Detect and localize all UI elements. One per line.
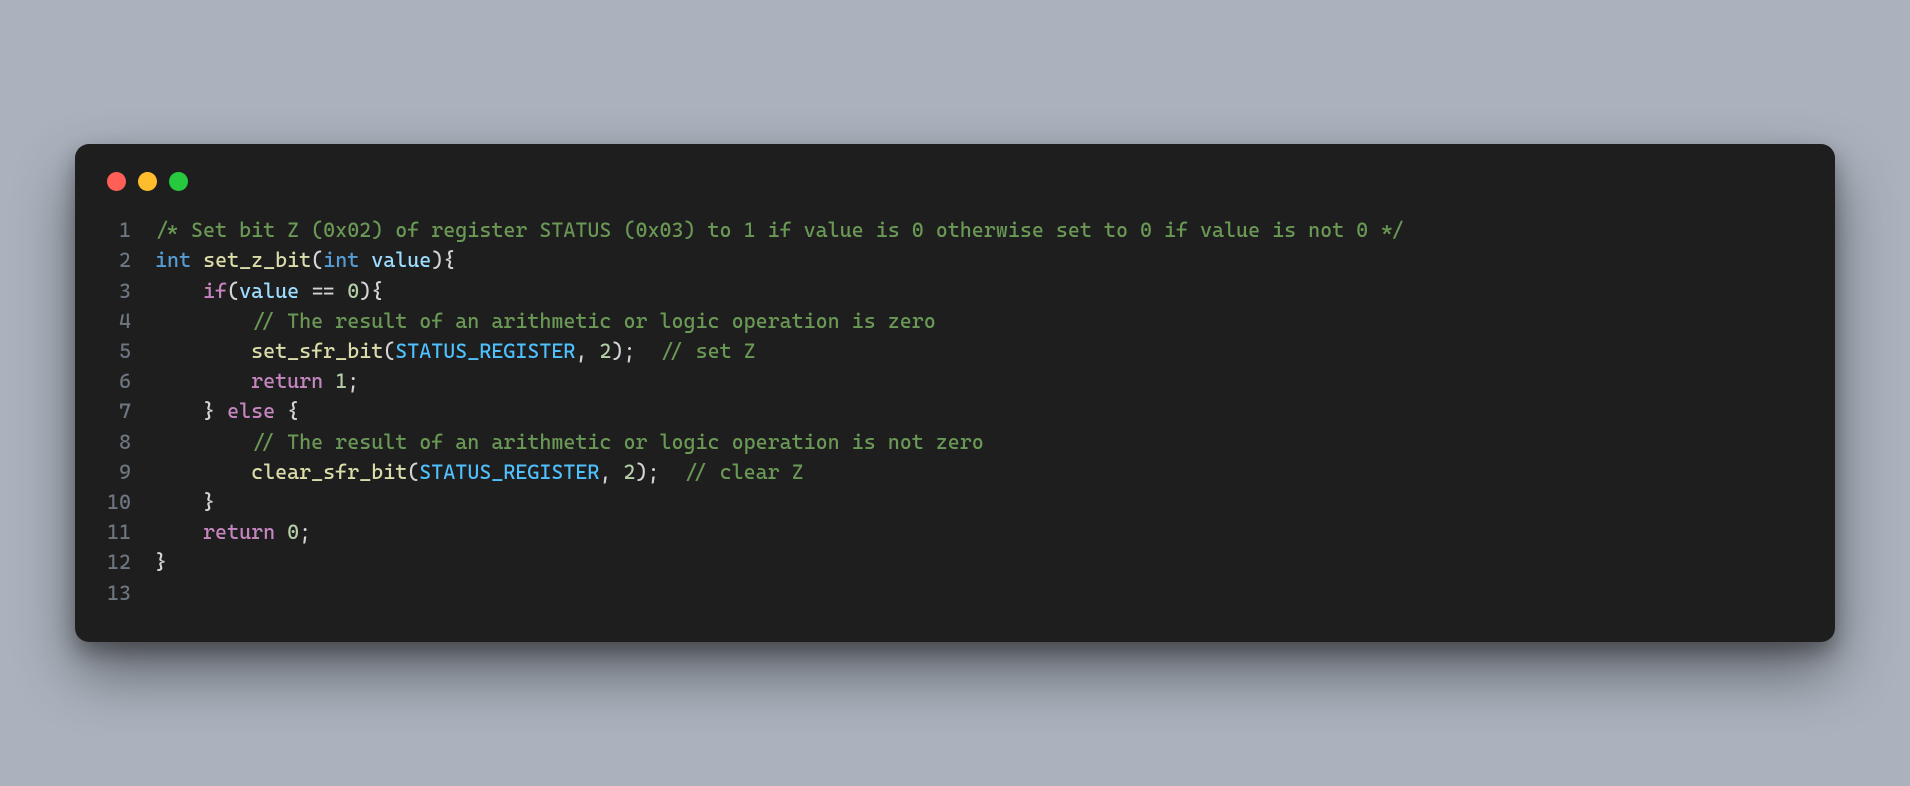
code-content: set_sfr_bit(STATUS_REGISTER, 2); // set … [155, 336, 756, 366]
code-content: } else { [155, 396, 299, 426]
code-content: return 0; [155, 517, 311, 547]
code-content: // The result of an arithmetic or logic … [155, 427, 984, 457]
token-punct [191, 248, 203, 272]
token-punct: } [155, 490, 215, 514]
token-punct [155, 339, 251, 363]
token-type: int [323, 248, 359, 272]
minimize-icon[interactable] [138, 172, 157, 191]
token-number: 2 [599, 339, 611, 363]
code-line: 3 if(value == 0){ [105, 276, 1805, 306]
line-number: 10 [105, 487, 155, 517]
line-number: 13 [105, 578, 155, 608]
token-punct [275, 520, 287, 544]
zoom-icon[interactable] [169, 172, 188, 191]
code-content: clear_sfr_bit(STATUS_REGISTER, 2); // cl… [155, 457, 804, 487]
token-punct: ; [347, 369, 359, 393]
window-controls [107, 172, 1805, 191]
code-content: } [155, 547, 167, 577]
token-comment: // set Z [660, 339, 756, 363]
line-number: 8 [105, 427, 155, 457]
token-type: int [155, 248, 191, 272]
code-block: 1/* Set bit Z (0x02) of register STATUS … [105, 215, 1805, 608]
token-punct [323, 369, 335, 393]
token-const: STATUS_REGISTER [395, 339, 575, 363]
code-line: 7 } else { [105, 396, 1805, 426]
token-func: clear_sfr_bit [251, 460, 407, 484]
code-line: 12} [105, 547, 1805, 577]
line-number: 6 [105, 366, 155, 396]
code-line: 6 return 1; [105, 366, 1805, 396]
token-punct: == [299, 279, 347, 303]
token-comment: // clear Z [684, 460, 804, 484]
code-line: 4 // The result of an arithmetic or logi… [105, 306, 1805, 336]
token-keyword: if [203, 279, 227, 303]
token-number: 1 [335, 369, 347, 393]
code-content: // The result of an arithmetic or logic … [155, 306, 936, 336]
code-content: return 1; [155, 366, 359, 396]
token-keyword: return [203, 520, 275, 544]
line-number: 11 [105, 517, 155, 547]
token-punct: ); [611, 339, 659, 363]
token-keyword: return [251, 369, 323, 393]
token-punct [155, 520, 203, 544]
token-punct [155, 430, 251, 454]
token-punct: ( [383, 339, 395, 363]
code-line: 10 } [105, 487, 1805, 517]
code-content: if(value == 0){ [155, 276, 383, 306]
token-comment: /* Set bit Z (0x02) of register STATUS (… [155, 218, 1404, 242]
token-punct: ( [311, 248, 323, 272]
code-window: 1/* Set bit Z (0x02) of register STATUS … [75, 144, 1835, 642]
token-keyword: else [227, 399, 275, 423]
line-number: 7 [105, 396, 155, 426]
token-func: set_z_bit [203, 248, 311, 272]
token-punct: ){ [359, 279, 383, 303]
code-line: 2int set_z_bit(int value){ [105, 245, 1805, 275]
code-line: 9 clear_sfr_bit(STATUS_REGISTER, 2); // … [105, 457, 1805, 487]
line-number: 9 [105, 457, 155, 487]
code-line: 11 return 0; [105, 517, 1805, 547]
token-punct: ( [407, 460, 419, 484]
token-punct: ; [299, 520, 311, 544]
token-number: 0 [347, 279, 359, 303]
code-line: 1/* Set bit Z (0x02) of register STATUS … [105, 215, 1805, 245]
line-number: 4 [105, 306, 155, 336]
code-line: 13 [105, 578, 1805, 608]
token-comment: // The result of an arithmetic or logic … [251, 430, 984, 454]
line-number: 2 [105, 245, 155, 275]
token-punct [155, 309, 251, 333]
token-punct: } [155, 550, 167, 574]
token-punct: { [275, 399, 299, 423]
token-punct [155, 460, 251, 484]
token-punct: } [155, 399, 227, 423]
token-func: set_sfr_bit [251, 339, 383, 363]
token-punct: ); [636, 460, 684, 484]
token-punct [359, 248, 371, 272]
token-number: 2 [623, 460, 635, 484]
token-punct: ( [227, 279, 239, 303]
token-punct: , [599, 460, 623, 484]
line-number: 1 [105, 215, 155, 245]
line-number: 3 [105, 276, 155, 306]
token-punct [155, 369, 251, 393]
code-line: 5 set_sfr_bit(STATUS_REGISTER, 2); // se… [105, 336, 1805, 366]
code-content: int set_z_bit(int value){ [155, 245, 455, 275]
line-number: 5 [105, 336, 155, 366]
token-comment: // The result of an arithmetic or logic … [251, 309, 936, 333]
token-number: 0 [287, 520, 299, 544]
close-icon[interactable] [107, 172, 126, 191]
token-punct [155, 279, 203, 303]
token-punct: , [575, 339, 599, 363]
token-punct: ){ [431, 248, 455, 272]
line-number: 12 [105, 547, 155, 577]
token-var: value [371, 248, 431, 272]
token-const: STATUS_REGISTER [419, 460, 599, 484]
code-content: /* Set bit Z (0x02) of register STATUS (… [155, 215, 1404, 245]
code-content: } [155, 487, 215, 517]
token-var: value [239, 279, 299, 303]
code-line: 8 // The result of an arithmetic or logi… [105, 427, 1805, 457]
